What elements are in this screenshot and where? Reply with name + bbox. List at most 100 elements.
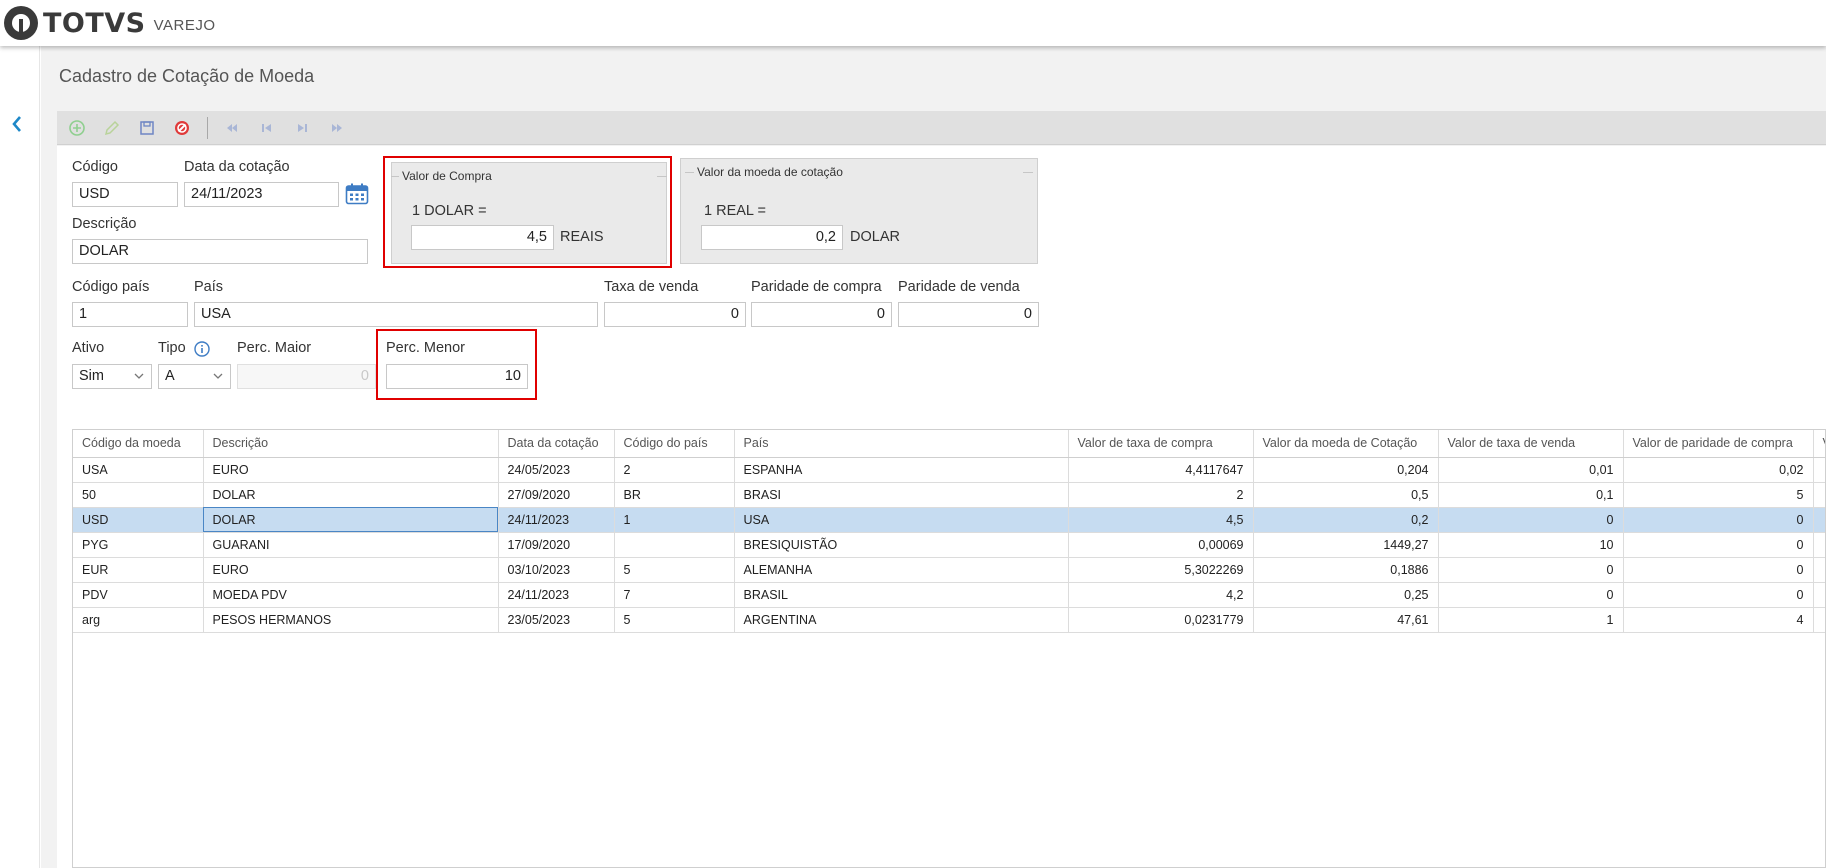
table-cell[interactable]: 24/11/2023 [498, 507, 615, 533]
table-cell[interactable]: USD [73, 507, 204, 533]
column-header[interactable]: Descrição [203, 430, 499, 458]
ativo-select[interactable]: Sim [72, 364, 152, 389]
table-cell[interactable]: 4,2 [1068, 582, 1254, 608]
table-cell[interactable]: 1449,27 [1253, 532, 1439, 558]
table-cell[interactable]: 2 [1068, 482, 1254, 508]
table-cell[interactable]: BRESIQUISTÃO [734, 532, 1069, 558]
table-cell[interactable]: 0,204 [1253, 457, 1439, 483]
table-cell[interactable]: 4,5 [1068, 507, 1254, 533]
column-header[interactable]: Valor de paridade de compra [1623, 430, 1814, 458]
info-icon[interactable] [194, 341, 210, 357]
table-cell[interactable]: GUARANI [203, 532, 499, 558]
table-cell[interactable] [614, 532, 735, 558]
paridade-venda-input[interactable]: 0 [898, 302, 1039, 327]
table-cell[interactable]: 0,01 [1438, 457, 1624, 483]
codigo-input[interactable]: USD [72, 182, 178, 207]
table-cell[interactable]: 0 [1438, 582, 1624, 608]
table-row[interactable]: PDV MOEDA PDV 24/11/2023 7 BRASIL 4,2 0,25 0 0 [73, 582, 1825, 608]
edit-icon[interactable] [100, 116, 124, 140]
table-cell[interactable]: USA [734, 507, 1069, 533]
data-cotacao-input[interactable]: 24/11/2023 [184, 182, 339, 207]
table-cell[interactable]: 0 [1623, 557, 1814, 583]
table-cell[interactable]: 5,3022269 [1068, 557, 1254, 583]
valor-moeda-input[interactable]: 0,2 [701, 225, 843, 250]
table-cell[interactable]: 0 [1623, 532, 1814, 558]
table-cell[interactable]: MOEDA PDV [203, 582, 499, 608]
table-row[interactable]: EUR EURO 03/10/2023 5 ALEMANHA 5,3022269 0,188… [73, 557, 1825, 583]
table-cell[interactable]: 7 [614, 582, 735, 608]
table-row[interactable]: PYG GUARANI 17/09/2020 BRESIQUISTÃO 0,00069 1… [73, 532, 1825, 558]
table-cell[interactable]: 0,5 [1253, 482, 1439, 508]
table-cell[interactable]: 4,4117647 [1068, 457, 1254, 483]
first-record-icon[interactable] [220, 116, 244, 140]
table-cell[interactable]: 0,2 [1253, 507, 1439, 533]
descricao-input[interactable]: DOLAR [72, 239, 368, 264]
previous-record-icon[interactable] [255, 116, 279, 140]
chevron-left-icon[interactable] [10, 114, 24, 134]
table-cell[interactable]: 2 [614, 457, 735, 483]
column-header[interactable]: Data da cotação [498, 430, 615, 458]
table-cell[interactable]: ESPANHA [734, 457, 1069, 483]
table-cell[interactable]: EURO [203, 557, 499, 583]
table-cell[interactable]: EUR [73, 557, 204, 583]
table-cell[interactable]: BRASI [734, 482, 1069, 508]
tipo-select[interactable]: A [158, 364, 231, 389]
table-cell[interactable]: EURO [203, 457, 499, 483]
table-cell[interactable]: arg [73, 607, 204, 633]
table-cell[interactable]: DOLAR [203, 507, 499, 533]
table-cell[interactable]: 24/11/2023 [498, 582, 615, 608]
table-cell[interactable]: ARGENTINA [734, 607, 1069, 633]
table-cell[interactable]: 24/05/2023 [498, 457, 615, 483]
table-cell[interactable]: BR [614, 482, 735, 508]
table-cell[interactable]: 5 [1623, 482, 1814, 508]
table-cell[interactable]: 0 [1623, 582, 1814, 608]
save-icon[interactable] [135, 116, 159, 140]
table-cell[interactable]: 0,1 [1438, 482, 1624, 508]
calendar-icon[interactable] [345, 183, 369, 205]
table-cell[interactable]: USA [73, 457, 204, 483]
add-icon[interactable] [65, 116, 89, 140]
column-header[interactable]: País [734, 430, 1069, 458]
table-cell[interactable]: 0,00069 [1068, 532, 1254, 558]
table-cell[interactable]: 1 [1438, 607, 1624, 633]
column-header[interactable]: Valor de taxa de compra [1068, 430, 1254, 458]
table-cell[interactable]: 0,0231779 [1068, 607, 1254, 633]
next-record-icon[interactable] [290, 116, 314, 140]
cancel-icon[interactable] [170, 116, 194, 140]
table-row[interactable]: USA EURO 24/05/2023 2 ESPANHA 4,4117647 0,204 0… [73, 457, 1825, 483]
table-cell[interactable]: 0 [1438, 557, 1624, 583]
table-row[interactable]: 50 DOLAR 27/09/2020 BR BRASI 2 0,5 0,1 5 [73, 482, 1825, 508]
table-cell[interactable]: 27/09/2020 [498, 482, 615, 508]
table-cell[interactable]: 03/10/2023 [498, 557, 615, 583]
table-cell[interactable]: 0,25 [1253, 582, 1439, 608]
table-cell[interactable]: ALEMANHA [734, 557, 1069, 583]
table-cell[interactable]: DOLAR [203, 482, 499, 508]
table-cell[interactable]: BRASIL [734, 582, 1069, 608]
column-header[interactable]: Código do país [614, 430, 735, 458]
table-row[interactable]: USD DOLAR 24/11/2023 1 USA 4,5 0,2 0 0 [73, 507, 1825, 533]
table-cell[interactable]: 0,1886 [1253, 557, 1439, 583]
table-cell[interactable]: 5 [614, 557, 735, 583]
table-cell[interactable]: 0 [1438, 507, 1624, 533]
column-header[interactable]: Valor da moeda de Cotação [1253, 430, 1439, 458]
column-header[interactable]: Valor de taxa de venda [1438, 430, 1624, 458]
table-row[interactable]: arg PESOS HERMANOS 23/05/2023 5 ARGENTINA 0,0… [73, 607, 1825, 633]
table-cell[interactable]: 4 [1623, 607, 1814, 633]
table-cell[interactable]: 17/09/2020 [498, 532, 615, 558]
table-cell[interactable]: 1 [614, 507, 735, 533]
column-header[interactable]: V [1813, 430, 1825, 458]
table-cell[interactable]: 5 [614, 607, 735, 633]
table-cell[interactable]: 50 [73, 482, 204, 508]
table-cell[interactable]: 10 [1438, 532, 1624, 558]
last-record-icon[interactable] [325, 116, 349, 140]
table-cell[interactable]: 0,02 [1623, 457, 1814, 483]
table-cell[interactable]: 23/05/2023 [498, 607, 615, 633]
table-cell[interactable]: PDV [73, 582, 204, 608]
table-cell[interactable]: 0 [1623, 507, 1814, 533]
table-cell[interactable]: PYG [73, 532, 204, 558]
codigo-pais-input[interactable]: 1 [72, 302, 188, 327]
taxa-venda-input[interactable]: 0 [604, 302, 746, 327]
table-cell[interactable]: PESOS HERMANOS [203, 607, 499, 633]
pais-input[interactable]: USA [194, 302, 598, 327]
table-cell[interactable]: 47,61 [1253, 607, 1439, 633]
